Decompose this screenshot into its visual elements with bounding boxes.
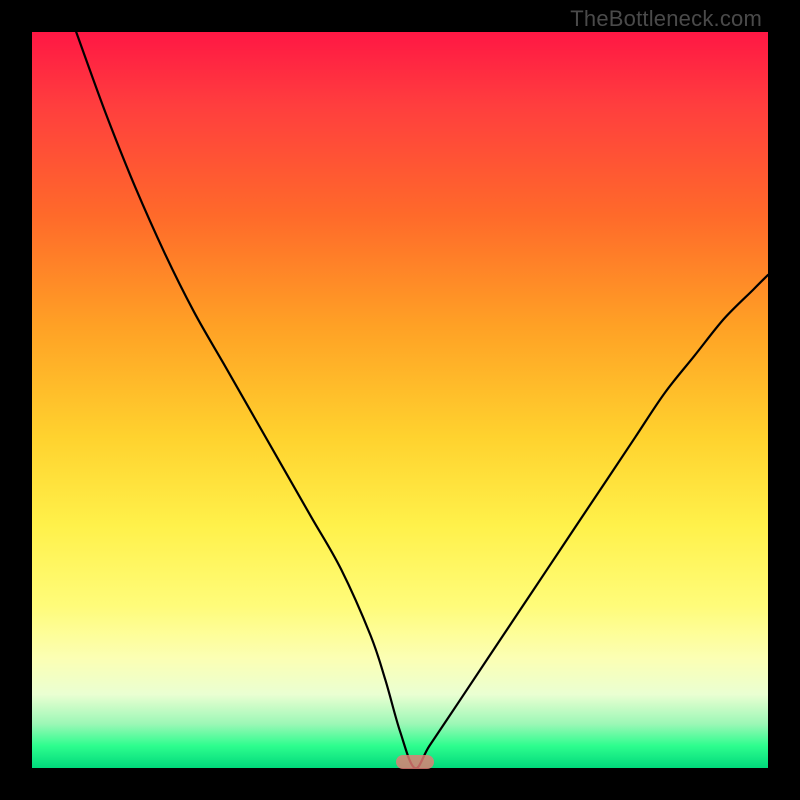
watermark-text: TheBottleneck.com (570, 6, 762, 32)
chart-frame: TheBottleneck.com (0, 0, 800, 800)
optimum-marker (396, 755, 434, 769)
plot-area (32, 32, 768, 768)
bottleneck-curve (32, 32, 768, 768)
